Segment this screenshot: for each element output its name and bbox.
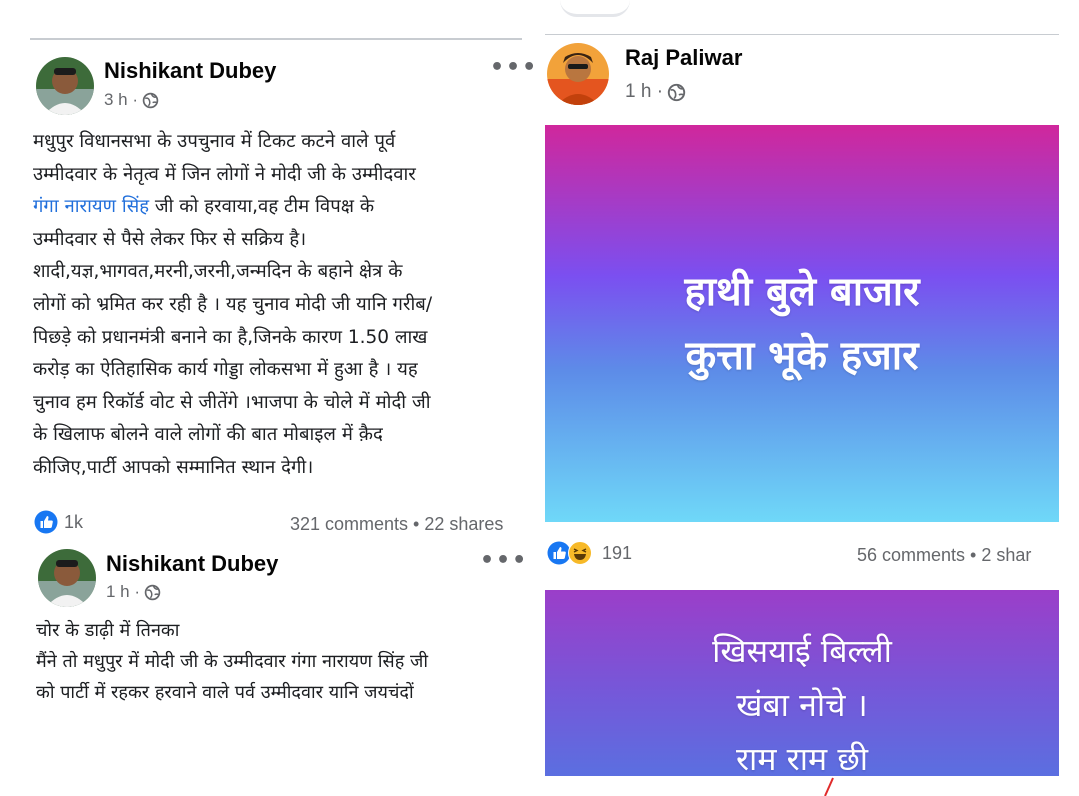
post-line: शादी,यज्ञ,भागवत,मरनी,जरनी,जन्मदिन के बहा… <box>33 261 403 283</box>
avatar[interactable] <box>547 43 609 105</box>
comments-shares-count[interactable]: 56 comments • 2 shar <box>857 545 1079 566</box>
post-line: चोर के डाढ़ी में तिनका <box>36 620 180 641</box>
reactions-summary[interactable]: 1k <box>34 510 83 534</box>
post-line: उम्मीदवार के नेतृत्व में जिन लोगों ने मो… <box>33 163 416 185</box>
timestamp-text: 1 h · <box>625 81 664 102</box>
post-line: गंगा नारायण सिंह जी को हरवाया,वह टीम विप… <box>33 191 523 224</box>
mention-link[interactable]: गंगा नारायण सिंह <box>33 196 149 217</box>
red-pen-mark <box>824 777 834 796</box>
post-line: मधुपुर विधानसभा के उपचुनाव में टिकट कटने… <box>33 131 396 152</box>
more-icon[interactable]: ••• <box>480 548 528 573</box>
reactions-summary[interactable]: 191 <box>547 541 632 565</box>
right-feed-panel: Raj Paliwar 1 h · हाथी बुले बाजार कुत्ता… <box>535 0 1079 796</box>
like-icon <box>34 510 58 534</box>
reaction-count: 1k <box>64 511 84 532</box>
banner-text: खंबा नोचे । <box>736 686 868 724</box>
banner-text: खिसयाई बिल्ली <box>712 632 892 670</box>
timestamp-text: 3 h · <box>104 90 139 109</box>
top-divider <box>545 34 1059 35</box>
banner-text: कुत्ता भूके हजार <box>685 332 919 379</box>
comments-shares-count[interactable]: 321 comments • 22 shares <box>290 514 503 535</box>
avatar-image <box>38 549 96 607</box>
more-icon[interactable]: ••• <box>490 55 538 80</box>
avatar[interactable] <box>36 57 94 115</box>
globe-icon <box>142 92 159 108</box>
post-body: मधुपुर विधानसभा के उपचुनाव में टिकट कटने… <box>33 126 523 485</box>
author-name[interactable]: Nishikant Dubey <box>106 551 278 577</box>
post-timestamp: 3 h · <box>104 90 159 110</box>
post-timestamp: 1 h · <box>106 582 161 602</box>
avatar-image <box>547 43 609 105</box>
post-line: उम्मीदवार से पैसे लेकर फिर से सक्रिय है। <box>33 228 307 250</box>
banner-text: हाथी बुले बाजार <box>684 268 920 315</box>
avatar-image <box>36 57 94 115</box>
author-name[interactable]: Raj Paliwar <box>625 45 742 71</box>
author-name[interactable]: Nishikant Dubey <box>104 58 276 84</box>
post-body: चोर के डाढ़ी में तिनका मैंने तो मधुपुर म… <box>36 615 526 708</box>
post-line: पिछड़े को प्रधानमंत्री बनाने का है,जिनके… <box>33 326 428 348</box>
post-line: के खिलाफ बोलने वाले लोगों की बात मोबाइल … <box>33 424 383 446</box>
haha-icon <box>568 541 592 565</box>
post-line: लोगों को भ्रमित कर रही है । यह चुनाव मोद… <box>33 293 433 315</box>
globe-icon <box>667 83 686 101</box>
top-divider <box>30 38 522 40</box>
post-line-rest: जी को हरवाया,वह टीम विपक्ष के <box>149 196 375 218</box>
post-image-banner[interactable]: खिसयाई बिल्ली खंबा नोचे । राम राम छी <box>545 590 1059 778</box>
banner-text: राम राम छी <box>735 740 869 778</box>
post-line: करोड़ का ऐतिहासिक कार्य गोड्डा लोकसभा मे… <box>33 359 418 381</box>
post-line: मैंने तो मधुपुर में मोदी जी के उम्मीदवार… <box>36 651 429 672</box>
avatar[interactable] <box>38 549 96 607</box>
post-line: को पार्टी में रहकर हरवाने वाले पर्व उम्म… <box>36 682 414 703</box>
reaction-count: 191 <box>602 542 633 563</box>
left-feed-panel: Nishikant Dubey 3 h · ••• मधुपुर विधानसभ… <box>0 0 536 796</box>
post-line: चुनाव हम रिकॉर्ड वोट से जीतेंगे ।भाजपा क… <box>33 391 431 413</box>
post-timestamp: 1 h · <box>625 81 686 103</box>
post-image-banner[interactable]: हाथी बुले बाजार कुत्ता भूके हजार <box>545 125 1059 522</box>
globe-icon <box>144 584 161 600</box>
previous-post-edge <box>560 0 630 17</box>
post-line: कीजिए,पार्टी आपको सम्मानित स्थान देगी। <box>33 456 314 478</box>
timestamp-text: 1 h · <box>106 582 141 601</box>
